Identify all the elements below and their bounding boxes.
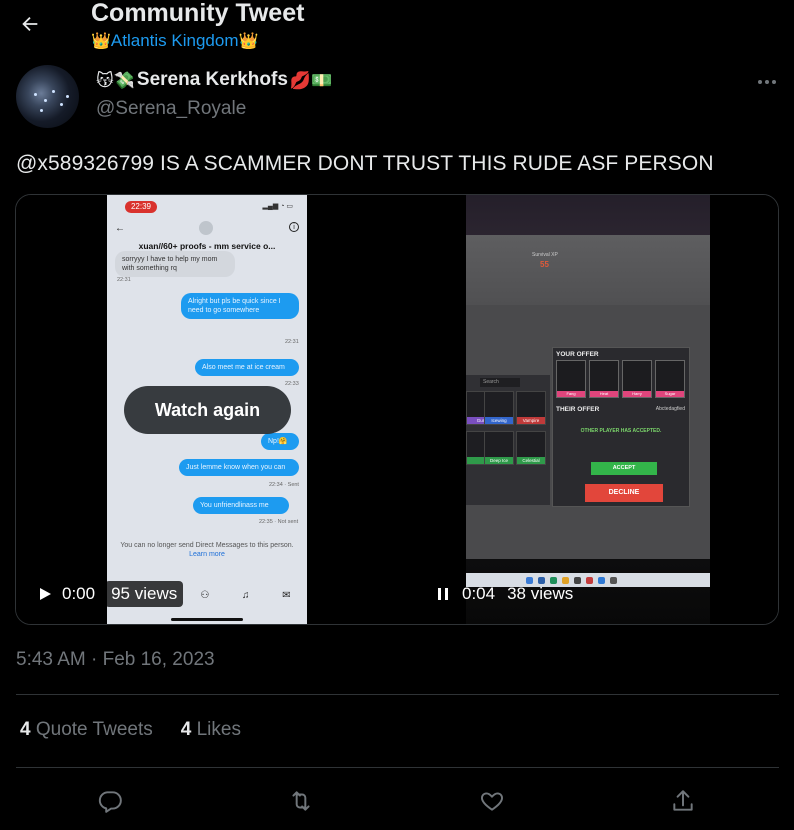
reply-icon xyxy=(98,791,122,813)
offer-slot: Harry xyxy=(622,360,652,398)
tweet-timestamp[interactable]: 5:43 AM · Feb 16, 2023 xyxy=(16,649,215,671)
their-username: Abctedagfied xyxy=(655,406,685,412)
signal-battery-icon: ▂▄▆ ◔ ▭ xyxy=(262,203,293,210)
survival-value: 55 xyxy=(540,260,549,269)
divider xyxy=(16,767,779,768)
play-icon[interactable] xyxy=(38,587,52,601)
emoji-prefix: 😽💸 xyxy=(96,70,135,90)
dm-message: Just lemme know when you can xyxy=(179,459,299,476)
crown-icon: 👑 xyxy=(238,33,259,50)
crown-icon: 👑 xyxy=(91,33,111,50)
inventory-item: Deep Ice xyxy=(484,431,514,465)
video-time: 0:04 xyxy=(462,584,496,603)
reply-button[interactable] xyxy=(94,785,126,817)
video-player-1[interactable]: 22:39 ▂▄▆ ◔ ▭ ← i xuan//60+ proofs - mm … xyxy=(16,195,397,624)
like-button[interactable] xyxy=(476,785,508,817)
video-frame-game-trade: Survival XP 55 Search Gun Icewing Vampir… xyxy=(466,195,710,624)
other-accepted-label: OTHER PLAYER HAS ACCEPTED. xyxy=(580,428,662,434)
video-controls-2: 0:04 38 views xyxy=(436,580,573,608)
pause-icon[interactable] xyxy=(436,587,450,601)
media-grid: 22:39 ▂▄▆ ◔ ▭ ← i xuan//60+ proofs - mm … xyxy=(15,194,779,625)
inventory-search: Search xyxy=(480,378,520,387)
home-indicator xyxy=(171,618,243,621)
dm-title: xuan//60+ proofs - mm service o... xyxy=(138,241,276,251)
retweet-icon xyxy=(292,791,310,811)
author-name[interactable]: 😽💸 Serena Kerkhofs 💋💵 xyxy=(96,69,332,91)
dm-avatar xyxy=(199,221,213,235)
accept-button: ACCEPT xyxy=(591,462,657,475)
video-controls-1: 0:00 95 views xyxy=(38,580,184,608)
your-offer-label: YOUR OFFER xyxy=(556,351,599,358)
trade-window: YOUR OFFER Fang Heat Harry Sugar THEIR O… xyxy=(552,347,690,507)
monitor-screen: Survival XP 55 Search Gun Icewing Vampir… xyxy=(466,235,710,587)
dm-meta: 22:35 · Not sent xyxy=(259,519,299,525)
survival-label: Survival XP xyxy=(532,252,558,258)
divider xyxy=(16,694,779,695)
bell-icon: ♫ xyxy=(242,589,250,601)
dm-message: Also meet me at ice cream xyxy=(195,359,299,376)
learn-more-link: Learn more xyxy=(189,551,225,558)
communities-icon: ⚇ xyxy=(200,589,210,601)
video-views: 38 views xyxy=(507,584,574,603)
tweet-text: @x589326799 IS A SCAMMER DONT TRUST THIS… xyxy=(16,152,714,175)
author-handle[interactable]: @Serena_Royale xyxy=(96,98,246,120)
offer-slot: Sugar xyxy=(655,360,685,398)
more-options-button[interactable] xyxy=(752,72,782,92)
dm-blocked-notice: You can no longer send Direct Messages t… xyxy=(107,541,307,559)
tweet-actions xyxy=(0,780,794,820)
inventory-item: Vampire xyxy=(516,391,546,425)
page-title: Community Tweet xyxy=(91,0,305,27)
offer-slot: Heat xyxy=(589,360,619,398)
share-icon xyxy=(673,790,693,811)
arrow-left-icon xyxy=(22,16,38,32)
phone-status-time: 22:39 xyxy=(125,201,157,213)
more-icon xyxy=(758,80,776,84)
retweet-button[interactable] xyxy=(285,785,317,817)
quote-tweets-stat[interactable]: 4 Quote Tweets xyxy=(20,719,153,741)
inventory-item: Celestial xyxy=(516,431,546,465)
dm-message: Alright but pls be quick since I need to… xyxy=(181,293,299,319)
back-button[interactable] xyxy=(14,8,46,40)
dm-meta: 22:34 · Sent xyxy=(269,482,299,488)
mail-icon: ✉ xyxy=(282,589,291,601)
author-display-name: Serena Kerkhofs xyxy=(136,69,288,90)
emoji-suffix: 💋💵 xyxy=(289,70,333,90)
dm-meta: 22:33 xyxy=(285,381,299,387)
decline-button: DECLINE xyxy=(585,484,663,502)
share-button[interactable] xyxy=(667,785,699,817)
community-link[interactable]: 👑 Atlantis Kingdom 👑 xyxy=(91,31,258,51)
header: Community Tweet 👑 Atlantis Kingdom 👑 xyxy=(0,0,794,60)
avatar[interactable] xyxy=(16,65,79,128)
dm-meta: 22:31 xyxy=(285,339,299,345)
community-name: Atlantis Kingdom xyxy=(110,31,239,50)
dm-meta: 22:31 xyxy=(117,277,131,283)
chevron-left-icon: ← xyxy=(115,223,125,234)
dm-message: Np!🤗 xyxy=(261,433,299,450)
inventory-panel: Search Gun Icewing Vampire Deep Ice Cele… xyxy=(466,375,550,505)
likes-stat[interactable]: 4 Likes xyxy=(181,719,241,741)
their-offer-label: THEIR OFFER xyxy=(556,406,600,413)
info-icon: i xyxy=(289,222,299,232)
offer-slot: Fang xyxy=(556,360,586,398)
video-time: 0:00 xyxy=(62,584,96,603)
video-views: 95 views xyxy=(105,581,184,607)
watch-again-button[interactable]: Watch again xyxy=(124,386,291,434)
dm-message: sorryyy I have to help my mom with somet… xyxy=(115,251,235,277)
video-player-2[interactable]: Survival XP 55 Search Gun Icewing Vampir… xyxy=(399,195,778,624)
heart-icon xyxy=(481,792,503,811)
dm-message: You unfriendlinass me xyxy=(193,497,289,514)
inventory-item: Icewing xyxy=(484,391,514,425)
tweet-stats: 4 Quote Tweets 4 Likes xyxy=(20,719,241,741)
